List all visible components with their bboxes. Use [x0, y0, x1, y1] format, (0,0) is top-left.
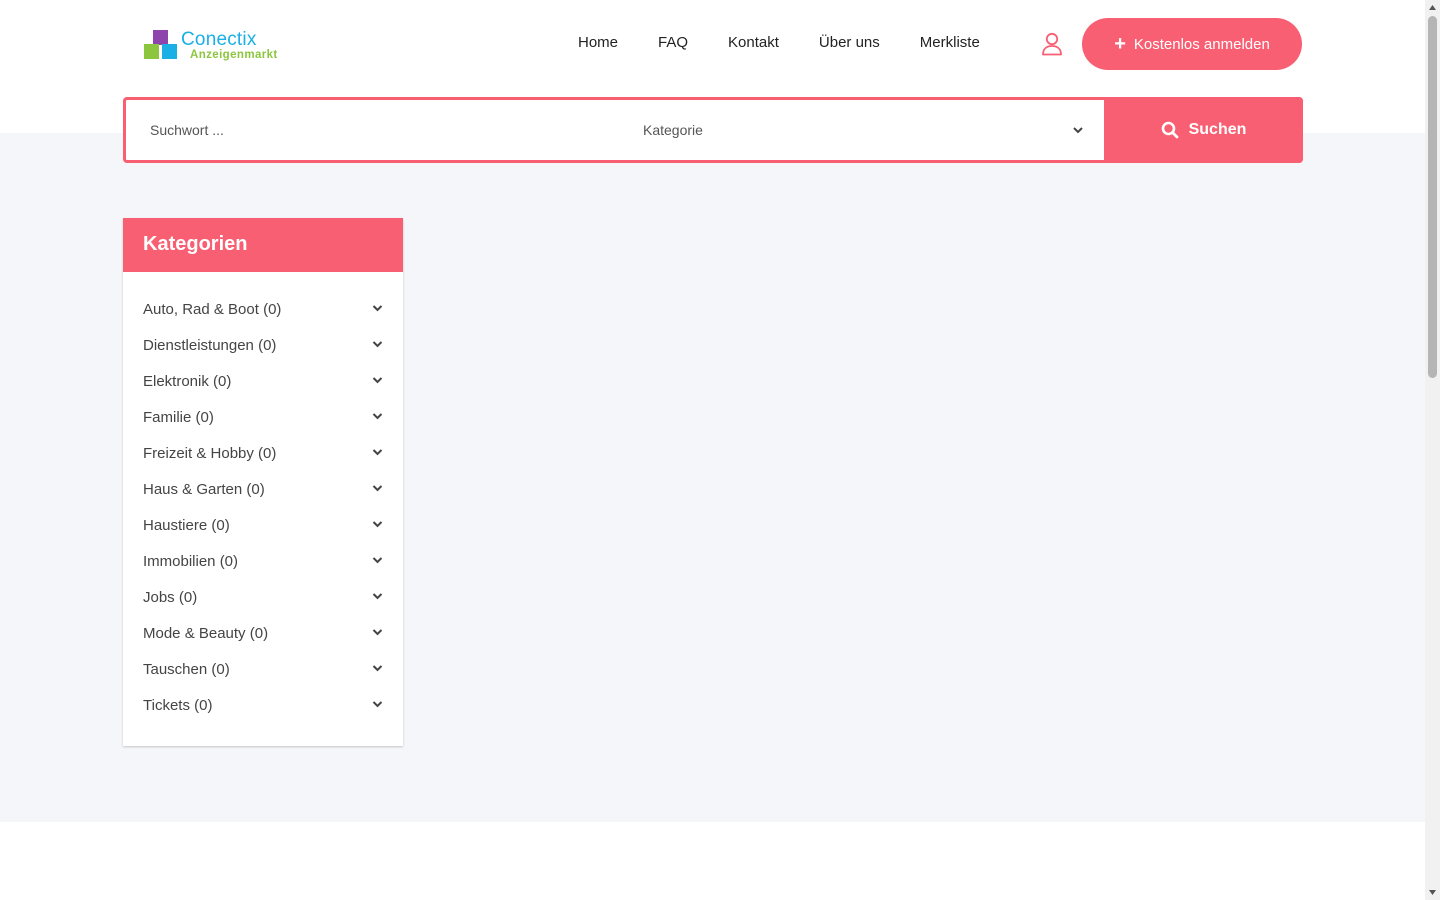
category-select[interactable]: Kategorie: [616, 100, 1106, 160]
sidebar-title: Kategorien: [123, 218, 403, 272]
chevron-down-icon[interactable]: [372, 376, 383, 385]
chevron-down-icon[interactable]: [372, 304, 383, 313]
scrollbar-thumb[interactable]: [1428, 16, 1437, 378]
scroll-up-arrow-icon[interactable]: [1428, 3, 1437, 12]
category-item[interactable]: Tauschen (0): [123, 651, 403, 687]
user-icon[interactable]: [1041, 32, 1063, 56]
category-label: Tauschen (0): [143, 660, 230, 678]
logo-square-blue: [162, 44, 177, 59]
category-item[interactable]: Haus & Garten (0): [123, 471, 403, 507]
category-item[interactable]: Elektronik (0): [123, 363, 403, 399]
search-button[interactable]: Suchen: [1104, 97, 1303, 163]
category-item[interactable]: Jobs (0): [123, 579, 403, 615]
category-label: Tickets (0): [143, 696, 213, 714]
logo-square-purple: [153, 30, 168, 45]
site-logo[interactable]: Conectix Anzeigenmarkt: [143, 29, 293, 64]
category-item[interactable]: Tickets (0): [123, 687, 403, 723]
scroll-down-arrow-icon[interactable]: [1428, 888, 1437, 897]
category-item[interactable]: Familie (0): [123, 399, 403, 435]
chevron-down-icon[interactable]: [372, 340, 383, 349]
category-select-label: Kategorie: [643, 122, 703, 138]
category-label: Dienstleistungen (0): [143, 336, 277, 354]
category-item[interactable]: Immobilien (0): [123, 543, 403, 579]
category-label: Familie (0): [143, 408, 214, 426]
category-label: Mode & Beauty (0): [143, 624, 269, 642]
chevron-down-icon[interactable]: [372, 448, 383, 457]
category-item[interactable]: Auto, Rad & Boot (0): [123, 291, 403, 327]
category-list: Auto, Rad & Boot (0) Dienstleistungen (0…: [123, 272, 403, 723]
nav-kontakt[interactable]: Kontakt: [728, 34, 779, 51]
nav-faq[interactable]: FAQ: [658, 34, 688, 51]
logo-brand-text: Conectix: [181, 29, 257, 50]
page: Conectix Anzeigenmarkt Home FAQ Kontakt …: [0, 0, 1425, 900]
chevron-down-icon[interactable]: [372, 664, 383, 673]
category-item[interactable]: Freizeit & Hobby (0): [123, 435, 403, 471]
category-item[interactable]: Mode & Beauty (0): [123, 615, 403, 651]
scrollbar[interactable]: [1425, 0, 1440, 900]
categories-sidebar: Kategorien Auto, Rad & Boot (0) Dienstle…: [123, 218, 403, 746]
category-label: Haustiere (0): [143, 516, 230, 534]
logo-sub-text: Anzeigenmarkt: [190, 49, 278, 61]
search-button-label: Suchen: [1188, 121, 1247, 138]
chevron-down-icon: [1073, 127, 1083, 134]
chevron-down-icon[interactable]: [372, 628, 383, 637]
search-input[interactable]: [126, 100, 616, 160]
chevron-down-icon[interactable]: [372, 484, 383, 493]
nav-home[interactable]: Home: [578, 34, 618, 51]
nav-ueber-uns[interactable]: Über uns: [819, 34, 880, 51]
signup-button-label: Kostenlos anmelden: [1133, 35, 1270, 53]
plus-icon: +: [1114, 33, 1126, 55]
category-label: Elektronik (0): [143, 372, 232, 390]
category-item[interactable]: Haustiere (0): [123, 507, 403, 543]
chevron-down-icon[interactable]: [372, 592, 383, 601]
category-label: Freizeit & Hobby (0): [143, 444, 277, 462]
search-icon: [1161, 121, 1178, 139]
category-label: Haus & Garten (0): [143, 480, 265, 498]
chevron-down-icon[interactable]: [372, 700, 383, 709]
category-item[interactable]: Dienstleistungen (0): [123, 327, 403, 363]
category-label: Auto, Rad & Boot (0): [143, 300, 282, 318]
category-label: Immobilien (0): [143, 552, 239, 570]
category-label: Jobs (0): [143, 588, 198, 606]
logo-square-green: [144, 44, 159, 59]
chevron-down-icon[interactable]: [372, 520, 383, 529]
nav-merkliste[interactable]: Merkliste: [920, 34, 980, 51]
main-nav: Home FAQ Kontakt Über uns Merkliste: [578, 34, 980, 51]
signup-button[interactable]: + Kostenlos anmelden: [1082, 18, 1302, 70]
chevron-down-icon[interactable]: [372, 556, 383, 565]
search-bar: Kategorie Suchen: [123, 97, 1303, 163]
chevron-down-icon[interactable]: [372, 412, 383, 421]
